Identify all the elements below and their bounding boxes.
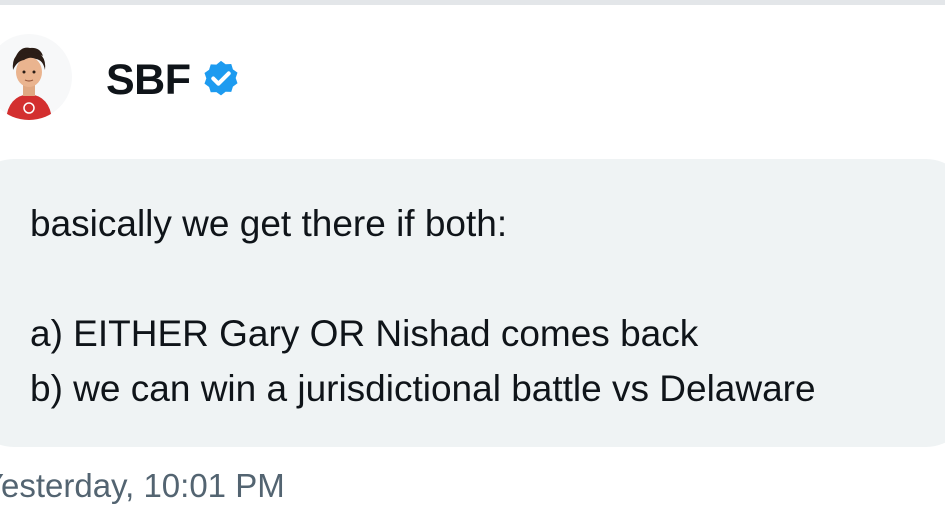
message-timestamp: Yesterday, 10:01 PM — [0, 467, 285, 504]
verified-badge-icon — [204, 60, 237, 96]
message-line: b) we can win a jurisdictional battle vs… — [30, 368, 816, 409]
avatar[interactable] — [0, 34, 72, 120]
message-line-blank — [30, 251, 816, 306]
sender-header: SBF — [106, 54, 243, 106]
sender-name[interactable]: SBF — [106, 58, 191, 102]
message-line: a) EITHER Gary OR Nishad comes back — [30, 313, 699, 354]
message-text: basically we get there if both: a) EITHE… — [30, 196, 816, 416]
top-divider — [0, 0, 945, 5]
avatar-illustration — [6, 47, 52, 120]
message-line: basically we get there if both: — [30, 203, 508, 244]
